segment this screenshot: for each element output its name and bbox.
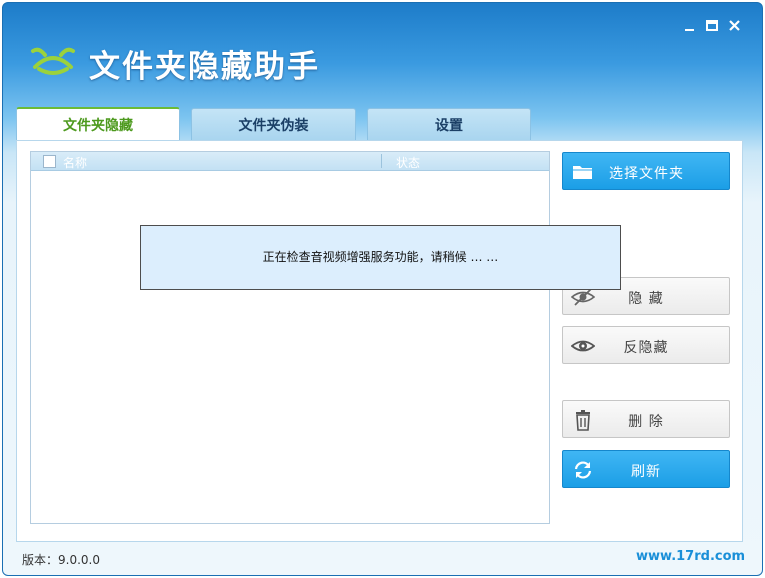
tab-folder-hide[interactable]: 文件夹隐藏	[16, 107, 180, 141]
folder-icon	[573, 166, 592, 179]
select-folder-button[interactable]: 选择文件夹	[562, 152, 730, 190]
refresh-label: 刷新	[631, 464, 661, 480]
refresh-button[interactable]: 刷新	[562, 450, 730, 488]
website-link[interactable]: www.17rd.com	[636, 549, 745, 564]
list-header: 名称 状态	[31, 152, 549, 171]
close-icon[interactable]	[726, 17, 744, 35]
delete-label: 删 除	[628, 414, 664, 430]
tab-settings[interactable]: 设置	[367, 108, 531, 140]
select-folder-label: 选择文件夹	[609, 166, 684, 182]
delete-button[interactable]: 删 除	[562, 400, 730, 438]
version-text: 版本：9.0.0.0	[22, 553, 100, 567]
column-name[interactable]: 名称	[63, 154, 87, 171]
column-divider[interactable]	[381, 154, 382, 168]
folder-list[interactable]: 名称 状态	[30, 151, 550, 524]
app-title: 文件夹隐藏助手	[89, 49, 320, 85]
column-status[interactable]: 状态	[396, 154, 420, 171]
status-dialog: 正在检查音视频增强服务功能，请稍候 … …	[140, 225, 621, 290]
tab-folder-disguise[interactable]: 文件夹伪装	[191, 108, 356, 140]
unhide-label: 反隐藏	[623, 340, 669, 356]
unhide-button[interactable]: 反隐藏	[562, 326, 730, 364]
hide-label: 隐 藏	[628, 291, 664, 307]
maximize-icon[interactable]	[703, 17, 721, 35]
minimize-icon[interactable]	[681, 17, 699, 35]
logo-icon	[31, 47, 75, 75]
select-all-checkbox[interactable]	[43, 155, 56, 168]
